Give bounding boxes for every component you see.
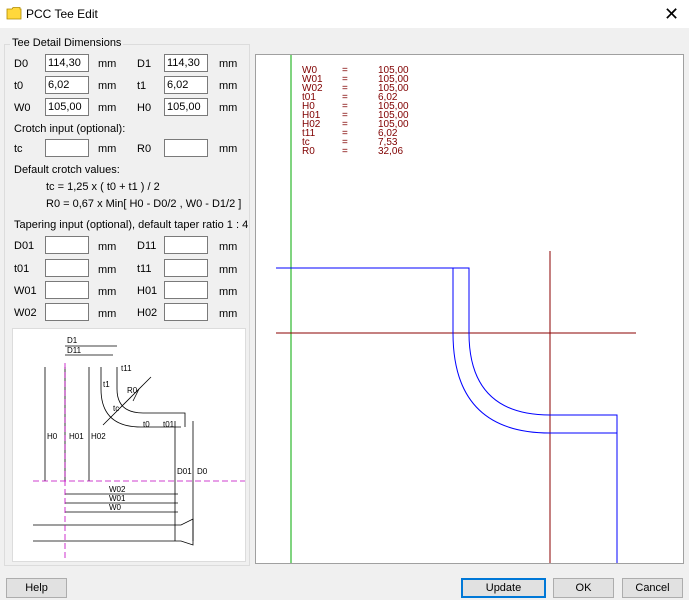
tc-label: tc	[14, 143, 23, 155]
ok-button[interactable]: OK	[553, 578, 614, 598]
h0-unit: mm	[219, 102, 238, 114]
help-button[interactable]: Help	[6, 578, 67, 598]
d11-input[interactable]	[164, 236, 208, 254]
t11-unit: mm	[219, 264, 238, 276]
h02-input[interactable]	[164, 303, 208, 321]
d11-unit: mm	[219, 241, 238, 253]
sketch-label-d0: D0	[197, 467, 208, 476]
w01-input[interactable]	[45, 281, 89, 299]
result-row: R0 = 32,06	[302, 146, 422, 157]
result-row: H02 = 105,00	[302, 120, 422, 130]
w02-unit: mm	[98, 308, 117, 320]
sketch-label-d01: D01	[177, 467, 192, 476]
d1-unit: mm	[219, 58, 238, 70]
sketch-label-h0: H0	[47, 432, 58, 441]
h02-label: H02	[137, 307, 158, 319]
r0-unit: mm	[219, 143, 238, 155]
tapering-heading: Tapering input (optional), default taper…	[14, 219, 249, 231]
sketch-label-h02: H02	[91, 432, 106, 441]
sketch-label-w02: W02	[109, 485, 126, 494]
d0-label: D0	[14, 58, 29, 70]
d11-label: D11	[137, 240, 157, 252]
title-bar: PCC Tee Edit ✕	[0, 0, 689, 28]
d1-label: D1	[137, 58, 152, 70]
w0-input[interactable]	[45, 98, 89, 116]
sketch-label-t01: t01	[163, 420, 175, 429]
sketch-label-h01: H01	[69, 432, 84, 441]
t1-label: t1	[137, 80, 147, 92]
h01-input[interactable]	[164, 281, 208, 299]
r0-label: R0	[137, 143, 152, 155]
tee-sketch-svg: D1 D11 t11 t1 R0 tc t0 t01 H0 H01 H02 D0…	[33, 336, 245, 561]
w02-input[interactable]	[45, 303, 89, 321]
result-row: W02 = 105,00	[302, 84, 422, 94]
w0-label: W0	[14, 102, 31, 114]
cancel-button[interactable]: Cancel	[622, 578, 683, 598]
folder-icon	[6, 7, 22, 20]
d01-label: D01	[14, 240, 35, 252]
t11-input[interactable]	[164, 259, 208, 277]
d0-input[interactable]	[45, 54, 89, 72]
t01-unit: mm	[98, 264, 117, 276]
formula-r0: R0 = 0,67 x Min[ H0 - D0/2 , W0 - D1/2 ]	[46, 198, 242, 210]
sketch-label-t11: t11	[121, 364, 132, 373]
h0-label: H0	[137, 102, 152, 114]
sketch-label-r0: R0	[127, 386, 138, 395]
t0-input[interactable]	[45, 76, 89, 94]
w02-label: W02	[14, 307, 37, 319]
t01-label: t01	[14, 263, 30, 275]
tc-unit: mm	[98, 143, 117, 155]
defaults-heading: Default crotch values:	[14, 164, 120, 176]
d1-input[interactable]	[164, 54, 208, 72]
close-button[interactable]: ✕	[654, 0, 689, 28]
result-row: tc = 7,53	[302, 138, 422, 148]
t0-unit: mm	[98, 80, 117, 92]
result-value: 32,06	[378, 146, 404, 157]
tee-sketch-diagram: D1 D11 t11 t1 R0 tc t0 t01 H0 H01 H02 D0…	[12, 328, 246, 562]
w01-label: W01	[14, 285, 37, 297]
r0-input[interactable]	[164, 139, 208, 157]
sketch-label-t1: t1	[103, 380, 110, 389]
t11-label: t11	[137, 263, 152, 275]
t0-label: t0	[14, 80, 24, 92]
crotch-heading: Crotch input (optional):	[14, 123, 126, 135]
group-title: Tee Detail Dimensions	[10, 37, 124, 49]
h01-label: H01	[137, 285, 158, 297]
sketch-label-w0: W0	[109, 503, 122, 512]
result-name: R0	[302, 146, 315, 157]
d0-unit: mm	[98, 58, 117, 70]
h02-unit: mm	[219, 308, 238, 320]
sketch-label-t0: t0	[143, 420, 150, 429]
formula-tc: tc = 1,25 x ( t0 + t1 ) / 2	[46, 181, 160, 193]
sketch-label-d11: D11	[67, 346, 82, 355]
tc-input[interactable]	[45, 139, 89, 157]
t1-input[interactable]	[164, 76, 208, 94]
t01-input[interactable]	[45, 259, 89, 277]
sketch-label-d1: D1	[67, 336, 78, 345]
h01-unit: mm	[219, 286, 238, 298]
close-icon: ✕	[663, 4, 680, 24]
result-equals: =	[342, 146, 348, 157]
update-button[interactable]: Update	[461, 578, 546, 598]
tee-preview-plot: W0 = 105,00 W01 = 105,00 W02 = 105,00 t01 = 6,02 H0 =…	[255, 54, 684, 564]
h0-input[interactable]	[164, 98, 208, 116]
sketch-label-tc: tc	[113, 404, 119, 413]
d01-unit: mm	[98, 241, 117, 253]
result-row: t11 = 6,02	[302, 129, 422, 139]
w01-unit: mm	[98, 286, 117, 298]
t1-unit: mm	[219, 80, 238, 92]
d01-input[interactable]	[45, 236, 89, 254]
w0-unit: mm	[98, 102, 117, 114]
window-title: PCC Tee Edit	[26, 7, 98, 21]
sketch-label-w01: W01	[109, 494, 126, 503]
